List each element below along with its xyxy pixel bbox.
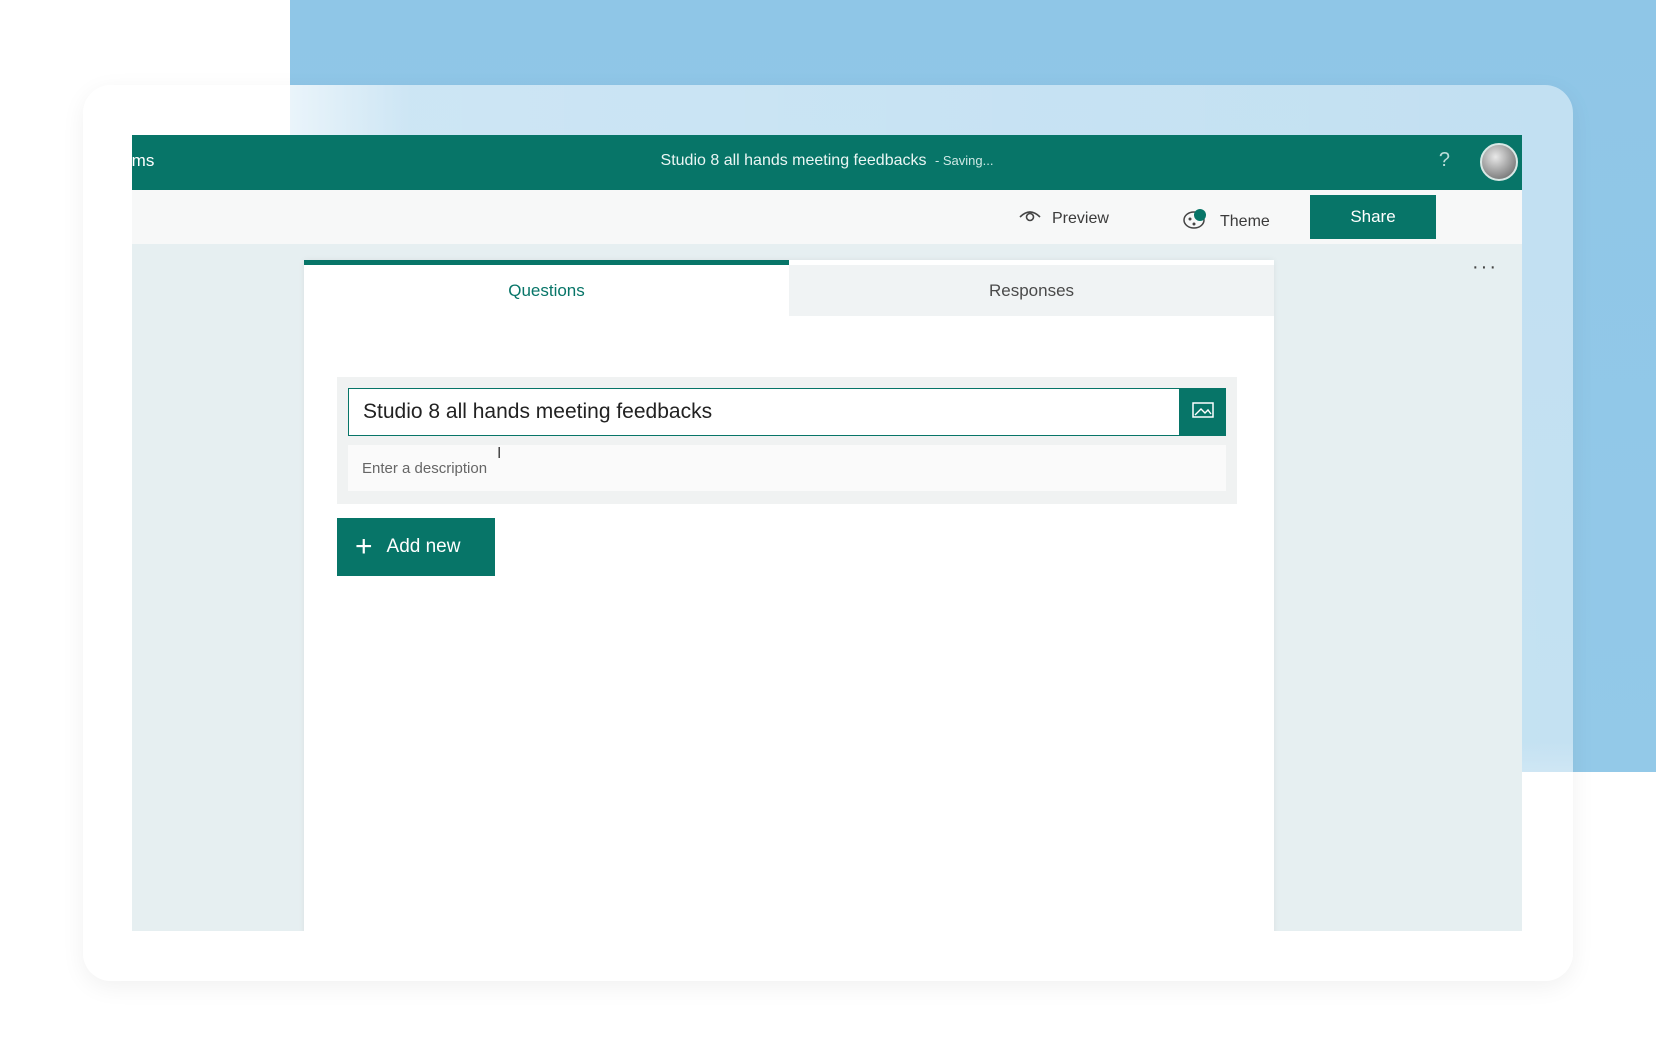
form-title-input[interactable] (348, 388, 1180, 436)
app-header: rms Studio 8 all hands meeting feedbacks… (132, 135, 1522, 190)
document-title: Studio 8 all hands meeting feedbacks - S… (132, 152, 1522, 170)
image-icon (1191, 400, 1215, 425)
share-button[interactable]: Share (1310, 195, 1436, 239)
help-icon[interactable]: ? (1439, 149, 1450, 172)
description-field[interactable]: Enter a description (348, 445, 1226, 491)
form-header-editor: Enter a description I (337, 377, 1237, 504)
theme-label: Theme (1220, 212, 1270, 230)
theme-button[interactable]: Theme (1182, 208, 1270, 235)
add-new-label: Add new (386, 536, 461, 557)
preview-label: Preview (1052, 209, 1109, 227)
more-options-icon[interactable]: ··· (1472, 256, 1498, 279)
form-title-text: Studio 8 all hands meeting feedbacks (660, 152, 927, 169)
eye-icon (1018, 208, 1042, 229)
form-editor-panel: Questions Responses Enter a description … (304, 260, 1274, 931)
plus-icon: + (355, 530, 373, 563)
preview-button[interactable]: Preview (1018, 208, 1109, 229)
avatar[interactable] (1480, 143, 1518, 181)
text-cursor-icon: I (497, 445, 502, 462)
forms-app: rms Studio 8 all hands meeting feedbacks… (132, 135, 1522, 931)
tab-questions[interactable]: Questions (304, 260, 789, 316)
add-new-button[interactable]: + Add new (337, 518, 495, 576)
palette-icon (1182, 208, 1210, 235)
saving-status: - Saving... (934, 153, 994, 168)
tab-bar: Questions Responses (304, 260, 1274, 316)
tab-responses[interactable]: Responses (789, 265, 1274, 316)
insert-image-button[interactable] (1180, 388, 1226, 436)
